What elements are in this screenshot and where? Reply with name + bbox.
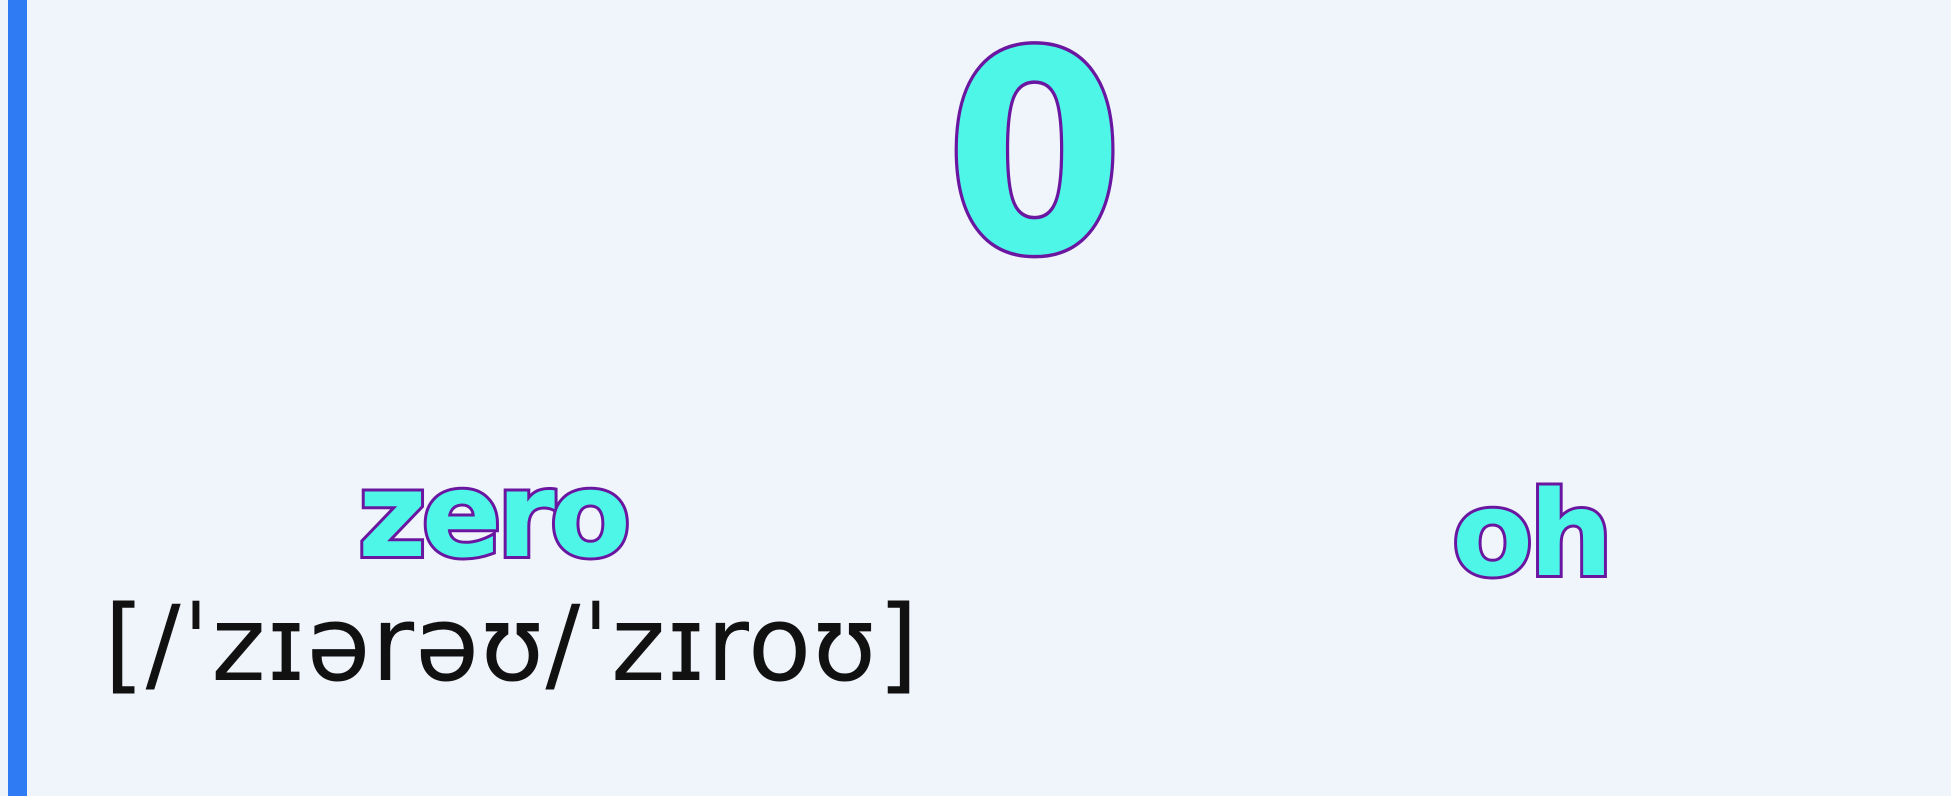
zero-pronunciation: [/ˈzɪərəʊ/ˈzɪroʊ] <box>104 583 920 705</box>
main-number: 0 <box>942 0 1126 317</box>
word-oh: oh <box>1449 465 1616 603</box>
flashcard-screen: 0 zero [/ˈzɪərəʊ/ˈzɪroʊ] oh <box>0 0 1951 796</box>
left-accent-bar <box>8 0 27 796</box>
word-zero: zero <box>355 446 634 584</box>
